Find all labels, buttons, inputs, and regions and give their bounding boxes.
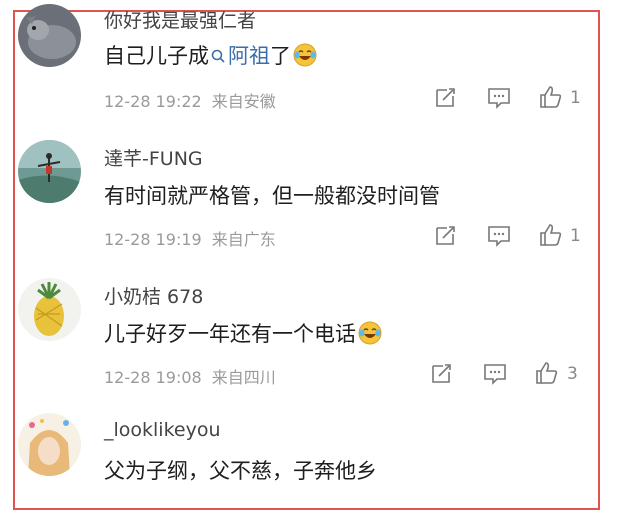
laugh-cry-emoji bbox=[293, 43, 317, 67]
edit-icon[interactable] bbox=[432, 85, 458, 111]
edit-icon[interactable] bbox=[432, 223, 458, 249]
avatar[interactable] bbox=[18, 278, 81, 341]
comment-text: 自己儿子成 阿祖了 bbox=[104, 40, 317, 70]
comment-icon[interactable] bbox=[486, 85, 512, 111]
comment-text-after: 了 bbox=[270, 44, 291, 68]
comment-item: 小奶桔 678 儿子好歹一年还有一个电话 12-28 19:08 来自四川 3 bbox=[0, 270, 626, 405]
like-count: 1 bbox=[570, 226, 581, 246]
comment-time: 12-28 19:22 bbox=[104, 92, 202, 111]
edit-icon[interactable] bbox=[428, 361, 454, 387]
comment-icon[interactable] bbox=[486, 223, 512, 249]
like-count: 3 bbox=[567, 364, 578, 384]
comment-time: 12-28 19:19 bbox=[104, 230, 202, 249]
like-count: 1 bbox=[570, 88, 581, 108]
comment-item: 你好我是最强仁者 自己儿子成 阿祖了 12-28 19:22 来自安徽 1 bbox=[0, 0, 626, 130]
comment-username[interactable]: 你好我是最强仁者 bbox=[104, 6, 256, 33]
comment-text-body: 儿子好歹一年还有一个电话 bbox=[104, 322, 356, 346]
laugh-cry-emoji bbox=[358, 321, 382, 345]
comment-text-before: 自己儿子成 bbox=[104, 44, 209, 68]
comment-text: 儿子好歹一年还有一个电话 bbox=[104, 318, 382, 348]
avatar[interactable] bbox=[18, 4, 81, 67]
comment-source: 来自安徽 bbox=[211, 92, 276, 111]
comment-source: 来自四川 bbox=[211, 368, 276, 387]
comment-meta: 12-28 19:22 来自安徽 bbox=[104, 88, 276, 112]
comment-item: 達芊-FUNG 有时间就严格管，但一般都没时间管 12-28 19:19 来自广东… bbox=[0, 130, 626, 270]
comment-username[interactable]: 達芊-FUNG bbox=[104, 144, 203, 171]
avatar[interactable] bbox=[18, 413, 81, 476]
comment-item: _looklikeyou 父为子纲，父不慈，子奔他乡 bbox=[0, 405, 626, 483]
topic-link[interactable]: 阿祖 bbox=[209, 44, 270, 68]
topic-link-text: 阿祖 bbox=[228, 44, 270, 68]
avatar[interactable] bbox=[18, 140, 81, 203]
comment-text: 父为子纲，父不慈，子奔他乡 bbox=[104, 459, 377, 483]
thumbs-up-icon[interactable] bbox=[534, 360, 560, 386]
comment-meta: 12-28 19:19 来自广东 bbox=[104, 226, 276, 250]
thumbs-up-icon[interactable] bbox=[538, 84, 564, 110]
comment-text: 有时间就严格管，但一般都没时间管 bbox=[104, 184, 440, 208]
comment-username[interactable]: 小奶桔 678 bbox=[104, 282, 203, 309]
thumbs-up-icon[interactable] bbox=[538, 222, 564, 248]
comment-source: 来自广东 bbox=[211, 230, 276, 249]
comment-meta: 12-28 19:08 来自四川 bbox=[104, 364, 276, 388]
comment-username[interactable]: _looklikeyou bbox=[104, 419, 221, 441]
search-icon bbox=[211, 49, 225, 63]
comment-time: 12-28 19:08 bbox=[104, 368, 202, 387]
comment-icon[interactable] bbox=[482, 361, 508, 387]
